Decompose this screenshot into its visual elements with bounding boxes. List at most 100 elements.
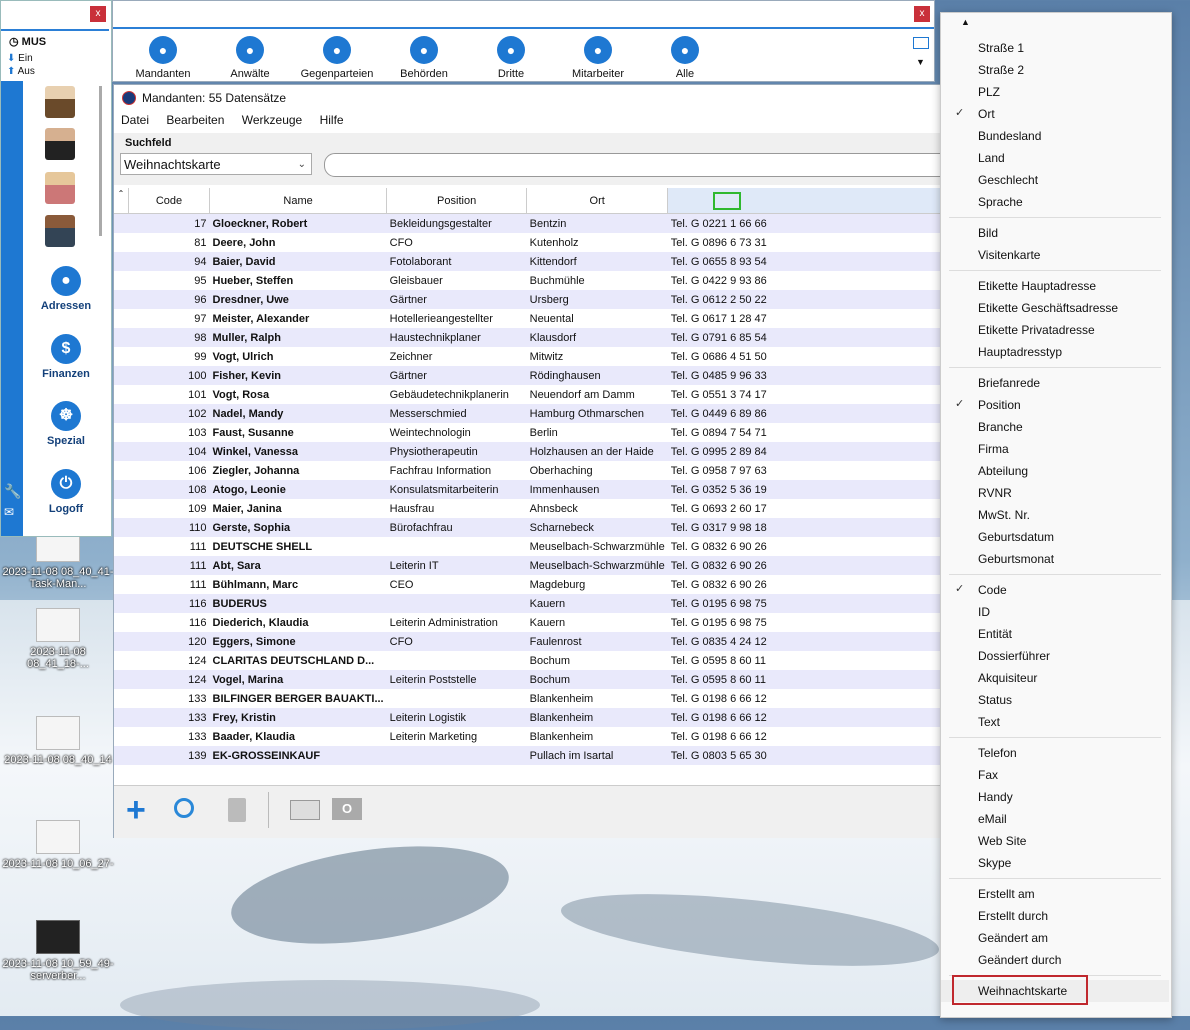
table-row[interactable]: 101 Vogt, Rosa Gebäudetechnikplanerin Neuen… <box>114 385 942 404</box>
table-row[interactable]: 108 Atogo, Leonie Konsulatsmitarbeiterin Im… <box>114 480 942 499</box>
context-menu-item[interactable]: PLZ <box>941 81 1169 103</box>
row-selector-cell[interactable] <box>114 252 129 271</box>
context-menu-item[interactable]: Entität <box>941 623 1169 645</box>
table-row[interactable]: 111 DEUTSCHE SHELL Meuselbach-Schwarzmühle… <box>114 537 942 556</box>
toolbar-anwaelte-button[interactable]: ● Anwälte <box>205 36 295 80</box>
desktop-icon[interactable]: 2023-11-08 08_40_14 <box>2 716 114 766</box>
desktop-icon[interactable]: 2023-11-08 08_40_41-Task-Man... <box>2 528 114 590</box>
column-header-new[interactable] <box>667 188 942 214</box>
row-selector-cell[interactable] <box>114 366 129 385</box>
context-menu-item[interactable]: Sprache <box>941 191 1169 213</box>
column-header-name[interactable]: Name <box>209 188 388 214</box>
row-selector-cell[interactable] <box>114 328 129 347</box>
table-row[interactable]: 95 Hueber, Steffen Gleisbauer Buchmühle Tel.… <box>114 271 942 290</box>
nav-adressen[interactable]: ● Adressen <box>31 266 101 312</box>
scrollbar[interactable] <box>99 86 102 236</box>
context-menu-item[interactable]: MwSt. Nr. <box>941 504 1169 526</box>
row-selector-cell[interactable] <box>114 385 129 404</box>
avatar[interactable] <box>45 215 75 247</box>
row-selector-cell[interactable] <box>114 594 129 613</box>
toolbar-gegenparteien-button[interactable]: ● Gegenparteien <box>292 36 382 80</box>
row-selector-cell[interactable] <box>114 404 129 423</box>
context-menu-item[interactable]: Etikette Geschäftsadresse <box>941 297 1169 319</box>
context-menu-item[interactable]: Etikette Hauptadresse <box>941 275 1169 297</box>
user-row[interactable]: ◷ MUS <box>9 35 46 48</box>
row-selector-cell[interactable] <box>114 499 129 518</box>
desktop-icon[interactable]: 2023-11-08 10_59_49-serverber... <box>2 920 114 982</box>
context-menu-item[interactable]: Erstellt am <box>941 883 1169 905</box>
table-row[interactable]: 124 CLARITAS DEUTSCHLAND D... Bochum Tel. G… <box>114 651 942 670</box>
context-menu-item[interactable]: Dossierführer <box>941 645 1169 667</box>
table-row[interactable]: 133 Frey, Kristin Leiterin Logistik Blanken… <box>114 708 942 727</box>
row-selector-cell[interactable] <box>114 708 129 727</box>
context-menu-item[interactable]: ✓ Ort <box>941 103 1169 125</box>
table-row[interactable]: 96 Dresdner, Uwe Gärtner Ursberg Tel. G 0612… <box>114 290 942 309</box>
context-menu-item[interactable]: Erstellt durch <box>941 905 1169 927</box>
row-selector-cell[interactable] <box>114 290 129 309</box>
context-menu-item[interactable]: Weihnachtskarte <box>941 975 1169 1005</box>
context-menu-item[interactable]: Bild <box>941 222 1169 244</box>
context-menu-item[interactable]: Hauptadresstyp <box>941 341 1169 363</box>
row-selector-cell[interactable] <box>114 423 129 442</box>
column-header-code[interactable]: Code <box>128 188 210 214</box>
menu-bearbeiten[interactable]: Bearbeiten <box>166 113 224 127</box>
row-selector-cell[interactable] <box>114 689 129 708</box>
add-button[interactable]: + <box>126 793 146 827</box>
table-row[interactable]: 97 Meister, Alexander Hotellerieangestellt… <box>114 309 942 328</box>
table-row[interactable]: 110 Gerste, Sophia Bürofachfrau Scharnebeck… <box>114 518 942 537</box>
table-row[interactable]: 104 Winkel, Vanessa Physiotherapeutin Holzh… <box>114 442 942 461</box>
row-selector-cell[interactable] <box>114 651 129 670</box>
search-icon[interactable] <box>174 798 194 818</box>
toolbar-mitarbeiter-button[interactable]: ● Mitarbeiter <box>553 36 643 80</box>
table-row[interactable]: 98 Muller, Ralph Haustechnikplaner Klausdor… <box>114 328 942 347</box>
row-selector-cell[interactable] <box>114 746 129 765</box>
context-menu-item[interactable]: Land <box>941 147 1169 169</box>
row-selector-cell[interactable] <box>114 213 129 233</box>
context-menu-item[interactable]: Fax <box>941 764 1169 786</box>
scroll-up-icon[interactable]: ▲ <box>961 17 970 27</box>
context-menu-item[interactable]: Bundesland <box>941 125 1169 147</box>
row-selector-cell[interactable] <box>114 461 129 480</box>
row-selector-cell[interactable] <box>114 613 129 632</box>
table-row[interactable]: 103 Faust, Susanne Weintechnologin Berlin Te… <box>114 423 942 442</box>
wrench-icon[interactable]: 🔧 <box>4 483 21 500</box>
close-button[interactable]: x <box>90 6 106 22</box>
table-row[interactable]: 106 Ziegler, Johanna Fachfrau Information O… <box>114 461 942 480</box>
menu-datei[interactable]: Datei <box>121 113 149 127</box>
context-menu-item[interactable]: Etikette Privatadresse <box>941 319 1169 341</box>
row-selector-cell[interactable] <box>114 727 129 746</box>
close-button[interactable]: x <box>914 6 930 22</box>
nav-logoff[interactable]: ⏻ Logoff <box>31 469 101 515</box>
context-menu-item[interactable]: Text <box>941 711 1169 733</box>
row-selector-cell[interactable] <box>114 309 129 328</box>
table-row[interactable]: 116 BUDERUS Kauern Tel. G 0195 6 98 75 <box>114 594 942 613</box>
table-row[interactable]: 124 Vogel, Marina Leiterin Poststelle Bochu… <box>114 670 942 689</box>
toolbar-dritte-button[interactable]: ● Dritte <box>466 36 556 80</box>
row-selector-cell[interactable] <box>114 670 129 689</box>
outlook-icon[interactable]: O <box>332 798 362 820</box>
aus-row[interactable]: ⬆ Aus <box>7 66 35 77</box>
desktop-icon[interactable]: 2023-11-08 08_41_18-... <box>2 608 114 670</box>
nav-spezial[interactable]: ☸ Spezial <box>31 401 101 447</box>
mail-icon[interactable]: ✉ <box>4 505 14 519</box>
toolbar-alle-button[interactable]: ● Alle <box>640 36 730 80</box>
column-header-ort[interactable]: Ort <box>526 188 669 214</box>
table-row[interactable]: 81 Deere, John CFO Kutenholz Tel. G 0896 6 7… <box>114 233 942 252</box>
table-row[interactable]: 109 Maier, Janina Hausfrau Ahnsbeck Tel. G 0… <box>114 499 942 518</box>
table-row[interactable]: 120 Eggers, Simone CFO Faulenrost Tel. G 083… <box>114 632 942 651</box>
table-row[interactable]: 111 Bühlmann, Marc CEO Magdeburg Tel. G 0832… <box>114 575 942 594</box>
table-row[interactable]: 99 Vogt, Ulrich Zeichner Mitwitz Tel. G 0686… <box>114 347 942 366</box>
context-menu-item[interactable]: Telefon <box>941 742 1169 764</box>
context-menu-item[interactable]: Geändert durch <box>941 949 1169 971</box>
dropdown-arrow-icon[interactable]: ▼ <box>916 57 925 67</box>
context-menu-item[interactable]: Web Site <box>941 830 1169 852</box>
table-row[interactable]: 102 Nadel, Mandy Messerschmied Hamburg Othm… <box>114 404 942 423</box>
row-selector-cell[interactable] <box>114 480 129 499</box>
menu-werkzeuge[interactable]: Werkzeuge <box>242 113 302 127</box>
table-row[interactable]: 139 EK-GROSSEINKAUF Pullach im Isartal Tel.… <box>114 746 942 765</box>
row-selector-cell[interactable] <box>114 271 129 290</box>
table-row[interactable]: 100 Fisher, Kevin Gärtner Rödinghausen Tel. … <box>114 366 942 385</box>
toolbar-behoerden-button[interactable]: ● Behörden <box>379 36 469 80</box>
context-menu-item[interactable]: Akquisiteur <box>941 667 1169 689</box>
ein-row[interactable]: ⬇ Ein <box>7 53 33 64</box>
